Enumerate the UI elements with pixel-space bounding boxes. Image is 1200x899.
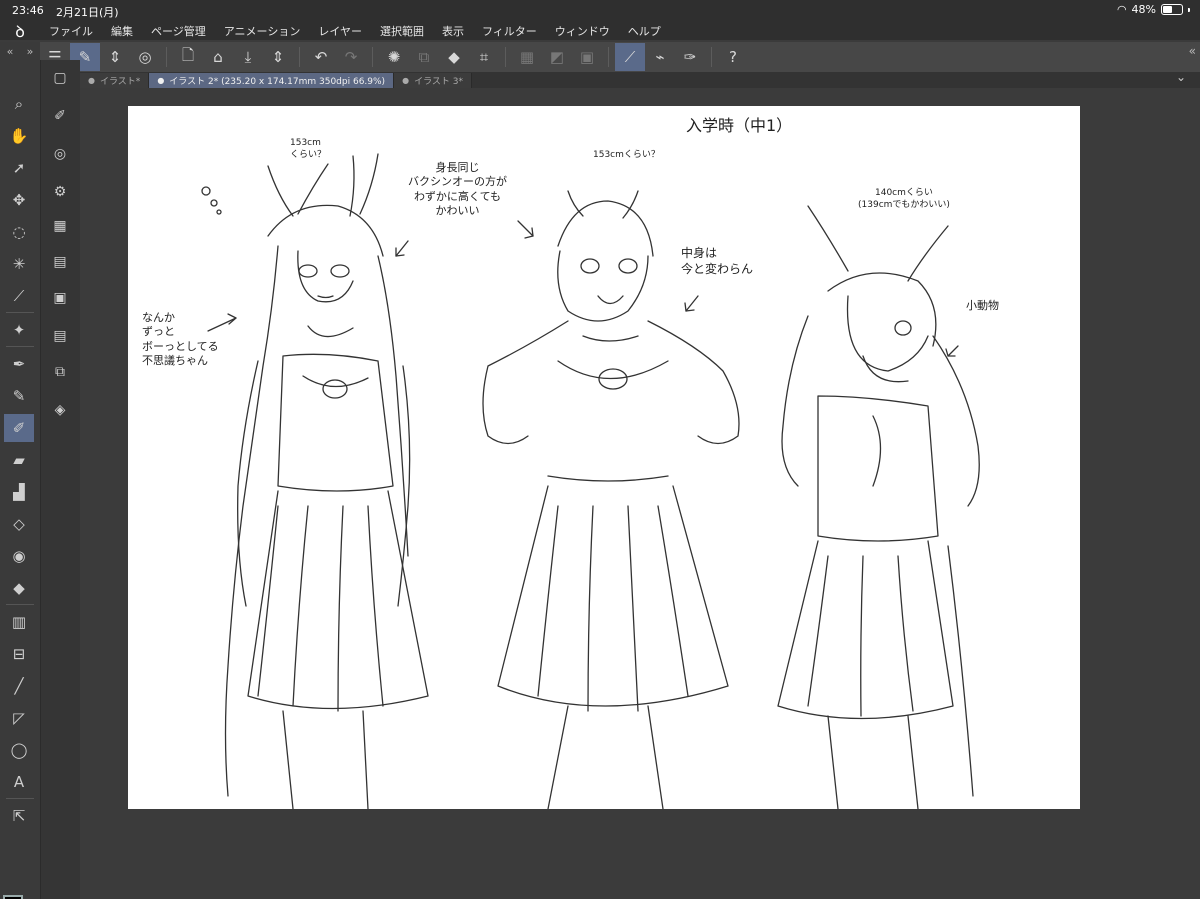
tool-property-icon[interactable]: ◎ [46, 140, 74, 168]
subtool-settings-icon[interactable]: ⚙ [46, 178, 74, 206]
subtool-palette: ▢ ✐ ◎ ⚙ ▦ ▤ ▣ ▤ ⧉ ◈ [40, 60, 80, 899]
expand-right-icon[interactable]: » [27, 45, 34, 58]
menu-bar: ꝺ ファイル 編集 ページ管理 アニメーション レイヤー 選択範囲 表示 フィル… [0, 20, 1200, 42]
pen-line-icon[interactable]: ✑ [675, 43, 705, 71]
undo-icon[interactable]: ↶ [306, 43, 336, 71]
layers-icon[interactable]: ◈ [46, 396, 74, 424]
clear-icon[interactable]: ▦ [512, 43, 542, 71]
lasso-icon[interactable]: ◌ [4, 218, 34, 246]
note-height-left: 153cm くらい？ [290, 138, 327, 160]
panel-toggle-right[interactable]: « [1189, 44, 1196, 58]
brush-icon[interactable]: ⌁ [645, 43, 675, 71]
gradient-icon[interactable]: ◩ [542, 43, 572, 71]
scroll-arrows-icon[interactable]: ⇕ [100, 43, 130, 71]
wifi-icon: ◠ [1116, 3, 1127, 16]
menu-window[interactable]: ウィンドウ [546, 23, 619, 39]
magic-wand-icon[interactable]: ✳ [4, 250, 34, 278]
open-folder-icon[interactable]: ⌂ [203, 43, 233, 71]
shape-icon[interactable]: ⊟ [4, 640, 34, 668]
collapse-left-icon[interactable]: « [7, 45, 14, 58]
menu-selection[interactable]: 選択範囲 [371, 23, 433, 39]
brush-tool-icon[interactable]: ✐ [4, 414, 34, 442]
chevron-down-icon[interactable]: ⌄ [1176, 70, 1186, 84]
status-date: 2月21日(月) [56, 6, 119, 19]
panel-toggle-left[interactable]: « » [0, 42, 40, 60]
note-inside: 中身は 今と変わらん [681, 246, 754, 276]
frame-border-icon[interactable]: ◸ [4, 704, 34, 732]
gradient-tool-icon[interactable]: ▥ [4, 608, 34, 636]
layer-property-icon[interactable]: ⧉ [46, 358, 74, 386]
app-logo-icon[interactable]: ꝺ [0, 20, 40, 42]
new-file-icon[interactable]: 🗋 [173, 43, 203, 71]
menu-edit[interactable]: 編集 [102, 23, 142, 39]
text-icon[interactable]: A [4, 768, 34, 796]
drawing-canvas[interactable]: 入学時（中1） 153cm くらい？ 153cmくらい？ 140cmくらい (1… [128, 106, 1080, 809]
battery-icon [1161, 4, 1183, 15]
status-time: 23:46 [12, 4, 44, 17]
spiral-icon[interactable]: ◎ [130, 43, 160, 71]
loading-icon[interactable]: ✺ [379, 43, 409, 71]
crop-icon[interactable]: ⌗ [469, 43, 499, 71]
fill-icon[interactable]: ◆ [439, 43, 469, 71]
navigator-icon[interactable]: ▣ [46, 284, 74, 312]
tool-palette: ⌕ ✋ ➚ ✥ ◌ ✳ ⟋ ✦ ✒ ✎ ✐ ▰ ▟ ◇ ◉ ◆ ▥ ⊟ ╱ ◸ … [0, 60, 40, 899]
note-same-height: 身長同じ バクシンオーの方が わずかに高くても かわいい [408, 161, 507, 217]
scroll-up-down-icon[interactable]: ⇕ [263, 43, 293, 71]
tab-illust-3[interactable]: ● イラスト 3* [394, 73, 472, 88]
note-left: なんか ずっと ボーっとしてる 不思議ちゃん [142, 311, 219, 367]
sketch-drawing [201, 153, 980, 809]
character-left-sketch [224, 153, 429, 809]
tab-illust-2[interactable]: ● イラスト 2* (235.20 x 174.17mm 350dpi 66.9%… [149, 73, 395, 88]
balloon-icon[interactable]: ◯ [4, 736, 34, 764]
airbrush-icon[interactable]: ▟ [4, 478, 34, 506]
operation-icon[interactable]: ➚ [4, 154, 34, 182]
menu-view[interactable]: 表示 [433, 23, 473, 39]
color-set-icon[interactable]: ▦ [46, 212, 74, 240]
pencil-icon[interactable]: ✎ [4, 382, 34, 410]
menu-filter[interactable]: フィルター [473, 23, 546, 39]
zoom-icon[interactable]: ⌕ [4, 90, 34, 118]
move-icon[interactable]: ✥ [4, 186, 34, 214]
transform-icon[interactable]: ⧉ [409, 43, 439, 71]
character-middle-sketch [482, 190, 740, 809]
blend-icon[interactable]: ◉ [4, 542, 34, 570]
menu-page[interactable]: ページ管理 [142, 23, 215, 39]
tab-illust-1[interactable]: ● イラスト* [80, 73, 150, 88]
menu-file[interactable]: ファイル [40, 23, 102, 39]
line-icon[interactable]: ╱ [4, 672, 34, 700]
marker-icon[interactable]: ▰ [4, 446, 34, 474]
note-height-middle: 153cmくらい？ [593, 150, 660, 160]
hand-icon[interactable]: ✋ [4, 122, 34, 150]
eyedropper-icon[interactable]: ⟋ [4, 282, 34, 310]
menu-help[interactable]: ヘルプ [619, 23, 670, 39]
document-tabs: ● イラスト* ● イラスト 2* (235.20 x 174.17mm 350dp… [80, 72, 1200, 88]
color-palette-icon[interactable]: ▤ [46, 248, 74, 276]
character-right-sketch [777, 205, 980, 809]
battery-percent: 48% [1131, 3, 1156, 16]
save-icon[interactable]: ⤓ [233, 43, 263, 71]
pen-icon[interactable]: ✒ [4, 350, 34, 378]
note-title: 入学時（中1） [686, 116, 793, 135]
canvas-area[interactable]: 入学時（中1） 153cm くらい？ 153cmくらい？ 140cmくらい (1… [80, 88, 1200, 899]
note-small-animal: 小動物 [966, 299, 999, 312]
eraser-icon[interactable]: ◇ [4, 510, 34, 538]
timeline-icon[interactable]: ▤ [46, 322, 74, 350]
brush-size-icon[interactable]: ✐ [46, 102, 74, 130]
ruler-snap-icon[interactable]: ⟋ [615, 43, 645, 71]
redo-icon[interactable]: ↷ [336, 43, 366, 71]
fill-bucket-icon[interactable]: ◆ [4, 574, 34, 602]
frame-icon[interactable]: ▣ [572, 43, 602, 71]
help-icon[interactable]: ? [718, 43, 748, 71]
command-bar: ☰ ✎ ⇕ ◎ 🗋 ⌂ ⤓ ⇕ ↶ ↷ ✺ ⧉ ◆ ⌗ ▦ ◩ ▣ ⟋ ⌁ ✑ … [40, 42, 1200, 72]
layer-panel-icon[interactable]: ▢ [46, 64, 74, 92]
menu-layer[interactable]: レイヤー [309, 23, 371, 39]
main-color-swatch[interactable] [3, 895, 23, 899]
sparkle-icon[interactable]: ✦ [4, 316, 34, 344]
select-object-icon[interactable]: ⇱ [4, 802, 34, 830]
status-right: ◠ 48% [1117, 3, 1190, 16]
note-height-right: 140cmくらい (139cmでもかわいい) [858, 188, 950, 210]
menu-animation[interactable]: アニメーション [215, 23, 310, 39]
